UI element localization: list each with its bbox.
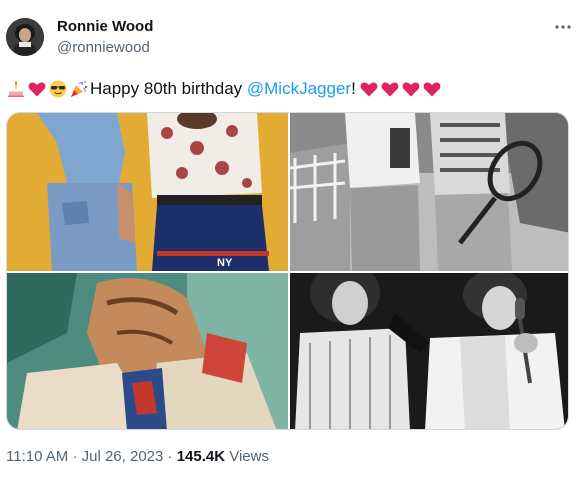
photo-two-people-denim-icon: NY: [7, 113, 288, 271]
photo-black-white-tennis-icon: [290, 113, 568, 271]
sunglasses-face-icon: [48, 79, 68, 99]
red-heart-icon: [422, 79, 442, 99]
photo-concert-microphone-icon: [290, 273, 568, 429]
meta-separator: ·: [72, 448, 78, 465]
mention-link[interactable]: @MickJagger: [247, 79, 351, 99]
svg-text:NY: NY: [217, 257, 233, 269]
photo-1[interactable]: NY: [7, 113, 288, 271]
birthday-cake-icon: [6, 79, 26, 99]
red-heart-icon: [359, 79, 379, 99]
tweet-date[interactable]: Jul 26, 2023: [82, 448, 164, 465]
photo-2[interactable]: [290, 113, 568, 271]
more-options-button[interactable]: [550, 14, 576, 40]
red-heart-icon: [401, 79, 421, 99]
author-display-name[interactable]: Ronnie Wood: [57, 18, 153, 35]
author-handle[interactable]: @ronniewood: [57, 39, 150, 56]
author-avatar[interactable]: [6, 18, 44, 56]
photo-3[interactable]: [7, 273, 288, 429]
views-count[interactable]: 145.4K: [177, 448, 225, 465]
tweet-text-body: Happy 80th birthday: [90, 79, 247, 98]
red-heart-icon: [27, 79, 47, 99]
red-heart-icon: [380, 79, 400, 99]
views-label: Views: [229, 448, 269, 465]
more-dots-icon: [555, 25, 571, 29]
avatar-image-icon: [6, 18, 44, 56]
meta-separator: ·: [167, 448, 173, 465]
party-popper-icon: [69, 79, 89, 99]
photo-painting-icon: [7, 273, 288, 429]
tweet-text-punctuation: !: [351, 79, 356, 98]
media-grid: NY: [6, 112, 569, 430]
tweet-meta: 11:10 AM · Jul 26, 2023 · 145.4K Views: [6, 448, 269, 465]
tweet-time[interactable]: 11:10 AM: [6, 448, 68, 465]
tweet-card: Ronnie Wood @ronniewood Happy 80th birth…: [0, 0, 588, 479]
tweet-text: Happy 80th birthday @MickJagger !: [6, 76, 443, 102]
photo-4[interactable]: [290, 273, 568, 429]
